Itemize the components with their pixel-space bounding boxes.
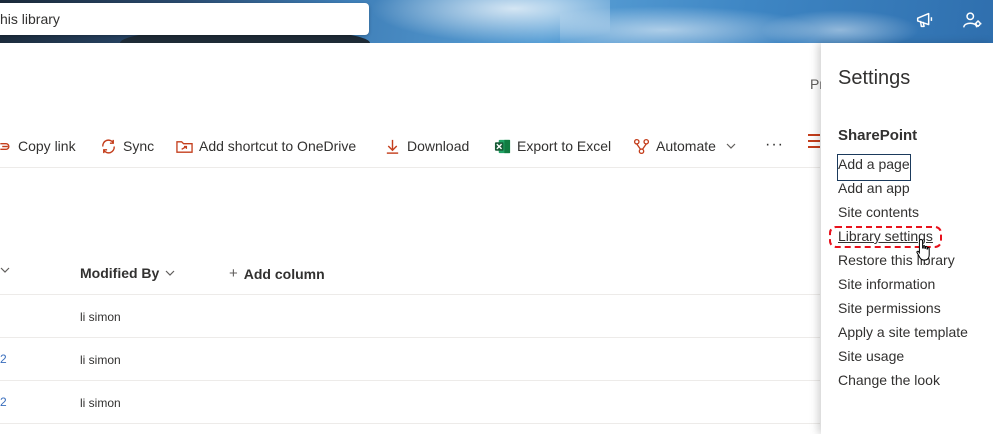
site-settings-icon[interactable] (962, 9, 986, 31)
site-usage-link[interactable]: Site usage (838, 348, 904, 364)
row-modified-by: li simon (80, 353, 121, 367)
add-shortcut-button[interactable]: Add shortcut to OneDrive (175, 136, 356, 156)
download-label: Download (407, 138, 470, 154)
row-cell-left: 2 (0, 352, 7, 366)
link-icon (0, 137, 12, 155)
hand-pointer-icon (916, 238, 930, 261)
row-cell-left: 2 (0, 395, 7, 409)
row-modified-by: li simon (80, 396, 121, 410)
excel-icon (493, 137, 511, 155)
add-column-label: Add column (243, 265, 325, 282)
settings-title: Settings (838, 67, 911, 89)
automate-icon (632, 137, 650, 155)
shortcut-folder-icon (175, 137, 193, 155)
search-box[interactable] (0, 3, 369, 35)
download-button[interactable]: Download (383, 136, 469, 156)
list-header-row: Modified By + Add column (0, 252, 820, 295)
chevron-down-icon (726, 143, 736, 149)
copy-link-label: Copy link (18, 138, 76, 154)
megaphone-icon[interactable] (914, 9, 938, 31)
view-options-icon[interactable] (808, 134, 820, 152)
table-row[interactable]: 2 li simon (0, 338, 820, 381)
export-to-excel-label: Export to Excel (517, 138, 612, 154)
sync-button[interactable]: Sync (99, 136, 154, 156)
table-row[interactable]: 2 li simon (0, 381, 820, 424)
row-modified-by: li simon (80, 310, 121, 324)
site-information-link[interactable]: Site information (838, 276, 935, 292)
column-chevron[interactable] (0, 265, 10, 275)
download-icon (383, 137, 401, 155)
add-column-button[interactable]: + Add column (229, 265, 325, 282)
column-header-modified-by[interactable]: Modified By (80, 265, 175, 281)
sync-label: Sync (123, 138, 155, 154)
sync-icon (99, 137, 117, 155)
chevron-down-icon (165, 270, 175, 276)
automate-label: Automate (656, 138, 716, 154)
site-contents-link[interactable]: Site contents (838, 204, 919, 220)
sharepoint-section-title: SharePoint (838, 127, 918, 144)
table-row[interactable]: li simon (0, 295, 820, 338)
change-the-look-link[interactable]: Change the look (838, 372, 940, 388)
automate-button[interactable]: Automate (632, 136, 736, 156)
site-permissions-link[interactable]: Site permissions (838, 300, 941, 316)
restore-this-library-link[interactable]: Restore this library (838, 252, 955, 268)
copy-link-button[interactable]: Copy link (0, 136, 76, 156)
modified-by-label: Modified By (80, 265, 160, 281)
export-to-excel-button[interactable]: Export to Excel (493, 136, 611, 156)
chevron-down-icon (0, 267, 10, 273)
more-options-icon[interactable]: ··· (765, 136, 784, 154)
plus-icon: + (229, 265, 238, 282)
add-shortcut-label: Add shortcut to OneDrive (199, 138, 357, 154)
focus-outline (837, 154, 911, 181)
add-an-app-link[interactable]: Add an app (838, 180, 910, 196)
search-input[interactable] (0, 3, 369, 35)
apply-a-site-template-link[interactable]: Apply a site template (838, 324, 968, 340)
command-bar: Copy link Sync Add shortcut to OneDrive … (0, 128, 820, 168)
